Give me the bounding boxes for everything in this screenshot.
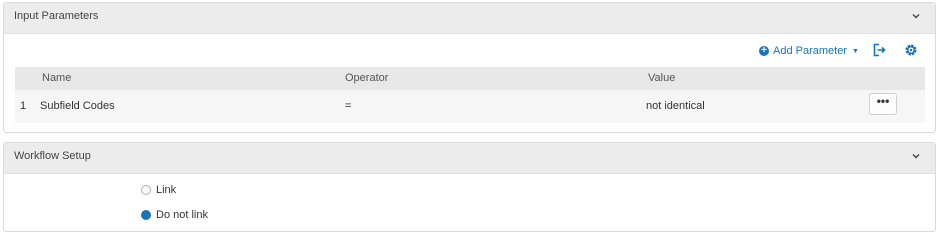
column-header-value: Value (648, 72, 676, 84)
chevron-down-icon[interactable] (911, 151, 921, 161)
radio-option-do-not-link[interactable]: Do not link (141, 208, 208, 222)
workflow-setup-header[interactable]: Workflow Setup (4, 143, 935, 174)
row-index: 1 (20, 100, 27, 112)
plus-circle-icon: + (759, 46, 769, 56)
radio-label-link: Link (156, 184, 177, 196)
radio-option-link[interactable]: Link (141, 183, 176, 197)
gear-icon[interactable] (904, 43, 918, 57)
radio-label-do-not-link: Do not link (156, 209, 208, 221)
add-parameter-label: Add Parameter (773, 45, 847, 57)
input-parameters-panel: Input Parameters + Add Parameter ▼ Name … (3, 2, 936, 133)
caret-down-icon: ▼ (851, 47, 859, 55)
add-parameter-button[interactable]: + Add Parameter ▼ (759, 43, 859, 59)
parameter-operator: = (345, 100, 352, 112)
export-icon[interactable] (872, 43, 886, 57)
parameter-value: not identical (646, 100, 705, 112)
workflow-setup-panel: Workflow Setup Link Do not link (3, 142, 936, 232)
chevron-down-icon[interactable] (911, 11, 921, 21)
radio-button-selected[interactable] (141, 210, 151, 220)
parameter-name: Subfield Codes (40, 100, 115, 112)
input-parameters-header[interactable]: Input Parameters (4, 3, 935, 34)
column-header-name: Name (42, 72, 72, 84)
radio-button-unselected[interactable] (141, 185, 151, 195)
row-actions-button[interactable]: ••• (869, 93, 897, 115)
table-header: Name Operator Value (15, 67, 925, 90)
column-header-operator: Operator (345, 72, 389, 84)
table-row: 1 Subfield Codes = not identical ••• (15, 90, 925, 123)
workflow-setup-title: Workflow Setup (14, 150, 91, 162)
parameters-table: Name Operator Value 1 Subfield Codes = n… (15, 67, 925, 123)
input-parameters-title: Input Parameters (14, 10, 99, 22)
